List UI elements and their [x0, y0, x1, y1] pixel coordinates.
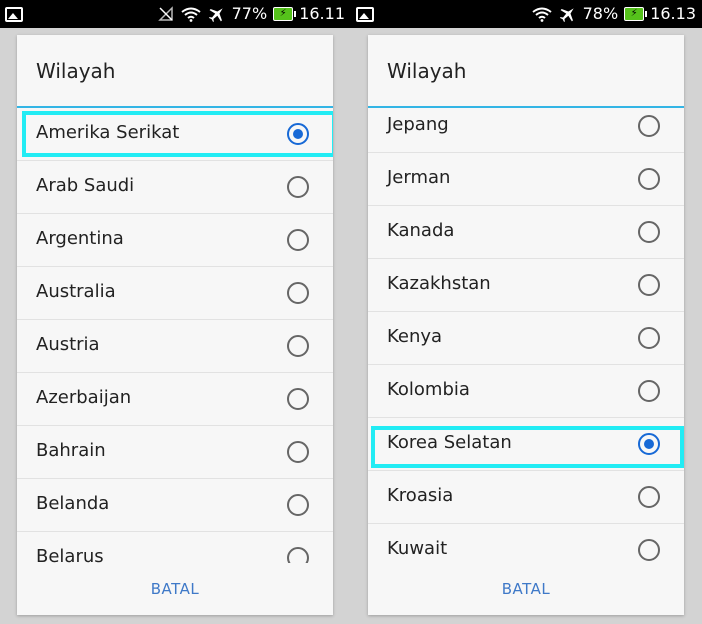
radio-button[interactable] [638, 486, 660, 508]
list-item[interactable]: Kazakhstan [368, 259, 684, 312]
status-bar: 77% ⚡ 16.11 [0, 0, 351, 28]
image-notification-icon [5, 7, 23, 22]
list-item[interactable]: Kolombia [368, 365, 684, 418]
screenshot-right: 78% ⚡ 16.13 Wilayah Jepang Jerman Kanada… [351, 0, 702, 624]
list-item-label: Kanada [387, 220, 455, 241]
radio-button[interactable] [287, 441, 309, 463]
radio-button[interactable] [638, 115, 660, 137]
signal-off-icon [157, 6, 173, 21]
clock: 16.13 [650, 4, 696, 23]
radio-button[interactable] [287, 282, 309, 304]
list-item[interactable]: Kanada [368, 206, 684, 259]
list-item[interactable]: Arab Saudi [17, 161, 333, 214]
list-item[interactable]: Austria [17, 320, 333, 373]
list-item-label: Belarus [36, 546, 104, 563]
list-item[interactable]: Argentina [17, 214, 333, 267]
radio-button[interactable] [287, 388, 309, 410]
list-item[interactable]: Kuwait [368, 524, 684, 563]
radio-button[interactable] [638, 327, 660, 349]
battery-percent: 78% [582, 4, 619, 23]
list-item-label: Jepang [387, 114, 449, 135]
battery-charging-icon: ⚡ [624, 7, 648, 21]
battery-percent: 77% [231, 4, 268, 23]
region-list[interactable]: Amerika Serikat Arab Saudi Argentina Aus… [17, 108, 333, 563]
radio-button[interactable] [287, 494, 309, 516]
list-item-label: Bahrain [36, 440, 106, 461]
list-item[interactable]: Jepang [368, 108, 684, 153]
cancel-button[interactable]: BATAL [368, 563, 684, 615]
cancel-button[interactable]: BATAL [17, 563, 333, 615]
list-item[interactable]: Australia [17, 267, 333, 320]
list-item-label: Australia [36, 281, 116, 302]
region-list[interactable]: Jepang Jerman Kanada Kazakhstan Kenya Ko… [368, 108, 684, 563]
radio-button[interactable] [638, 274, 660, 296]
status-icons: 78% ⚡ 16.13 [531, 4, 696, 24]
screenshot-left: 77% ⚡ 16.11 Wilayah Amerika Serikat Arab… [0, 0, 351, 624]
list-item-label: Kazakhstan [387, 273, 491, 294]
region-dialog: Wilayah Jepang Jerman Kanada Kazakhstan … [368, 35, 684, 615]
list-item[interactable]: Bahrain [17, 426, 333, 479]
dialog-title: Wilayah [36, 59, 116, 83]
radio-button[interactable] [287, 229, 309, 251]
list-item[interactable]: Kroasia [368, 471, 684, 524]
list-item-label: Kuwait [387, 538, 448, 559]
radio-button[interactable] [638, 221, 660, 243]
image-notification-icon [356, 7, 374, 22]
list-item-label: Azerbaijan [36, 387, 132, 408]
radio-button[interactable] [638, 168, 660, 190]
region-dialog: Wilayah Amerika Serikat Arab Saudi Argen… [17, 35, 333, 615]
list-item[interactable]: Belarus [17, 532, 333, 563]
list-item-label: Austria [36, 334, 100, 355]
radio-button[interactable] [287, 547, 309, 563]
airplane-mode-icon [208, 8, 223, 23]
list-item-label: Kolombia [387, 379, 470, 400]
status-icons: 77% ⚡ 16.11 [157, 4, 345, 24]
radio-button[interactable] [287, 176, 309, 198]
list-item[interactable]: Belanda [17, 479, 333, 532]
list-item[interactable]: Jerman [368, 153, 684, 206]
wifi-icon [181, 7, 201, 22]
dialog-title: Wilayah [387, 59, 467, 83]
battery-charging-icon: ⚡ [273, 7, 297, 21]
status-bar: 78% ⚡ 16.13 [351, 0, 702, 28]
list-item-label: Jerman [387, 167, 451, 188]
list-item-label: Kroasia [387, 485, 454, 506]
radio-button[interactable] [638, 539, 660, 561]
list-item[interactable]: Kenya [368, 312, 684, 365]
radio-button[interactable] [287, 335, 309, 357]
clock: 16.11 [299, 4, 345, 23]
selection-highlight [22, 111, 333, 157]
list-item-label: Kenya [387, 326, 443, 347]
wifi-icon [532, 7, 552, 22]
selection-highlight [371, 426, 684, 468]
list-item-label: Arab Saudi [36, 175, 135, 196]
list-item-label: Belanda [36, 493, 110, 514]
list-item-label: Argentina [36, 228, 124, 249]
list-item[interactable]: Azerbaijan [17, 373, 333, 426]
radio-button[interactable] [638, 380, 660, 402]
airplane-mode-icon [559, 8, 574, 23]
